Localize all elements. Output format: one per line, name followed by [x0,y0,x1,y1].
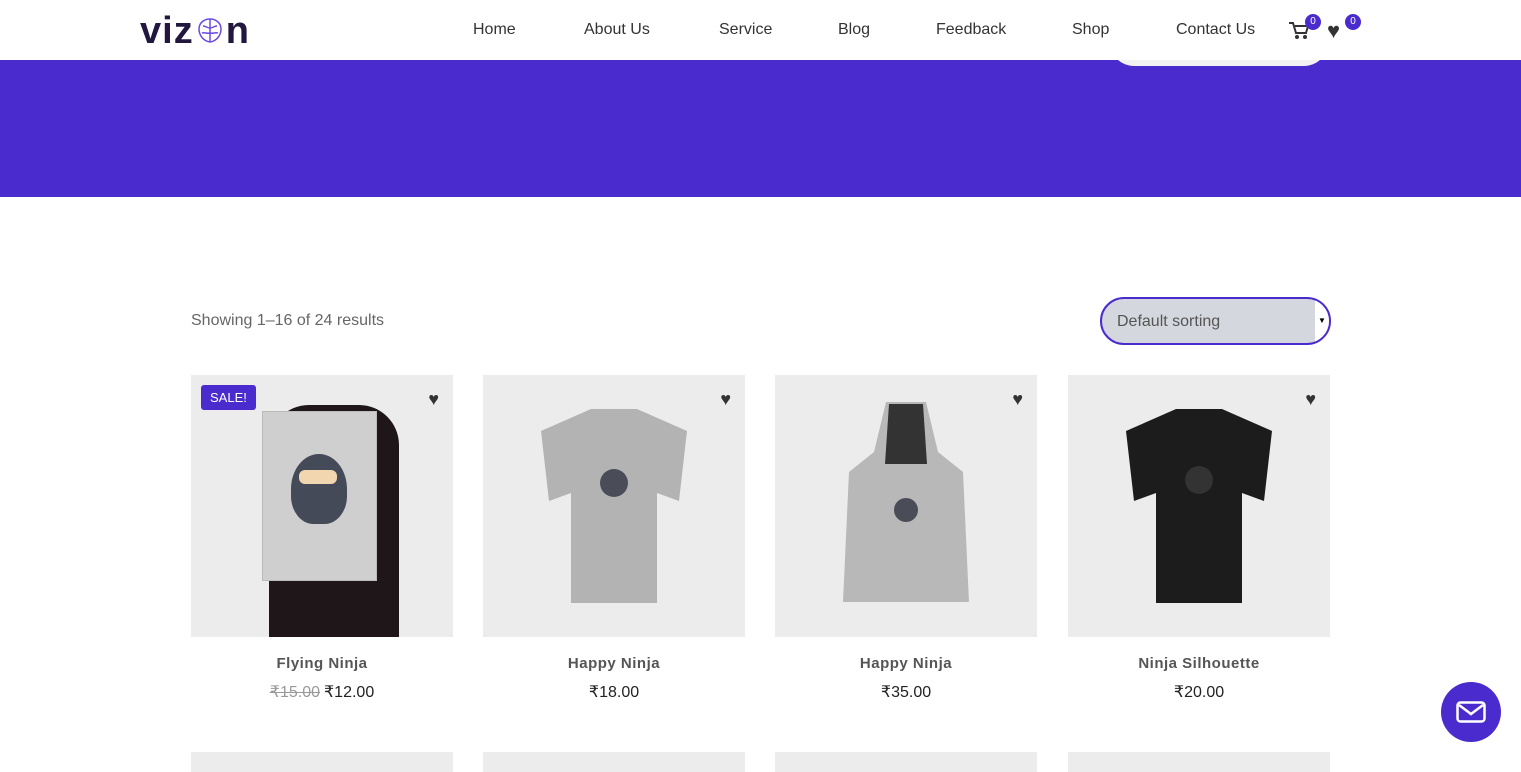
product-price: ₹15.00 ₹12.00 [191,682,453,702]
product-image[interactable]: SALE! ♥ [191,375,453,637]
product-name[interactable]: Flying Ninja [191,655,453,672]
cart-count-badge: 0 [1305,14,1321,30]
envelope-icon [1456,701,1486,723]
sale-badge: SALE! [201,385,256,410]
wishlist-heart-icon[interactable]: ♥ [428,389,439,410]
product-price: ₹35.00 [880,684,932,701]
wishlist-heart-icon[interactable]: ♥ [720,389,731,410]
result-count: Showing 1–16 of 24 results [191,312,385,329]
wishlist-heart-icon[interactable]: ♥ [1305,389,1316,410]
wishlist-heart-icon[interactable]: ♥ [1012,389,1023,410]
product-name[interactable]: Ninja Silhouette [1068,655,1330,672]
old-price: ₹15.00 [269,684,320,701]
ninja-poster [262,411,377,581]
product-card[interactable]: SALE! ♥ Flying Ninja ₹15.00 ₹12.00 [191,375,453,702]
wishlist-heart-icon[interactable]: ♥ [1327,18,1340,44]
nav-contact-us[interactable]: Contact Us [1176,21,1255,39]
nav-shop[interactable]: Shop [1072,21,1109,39]
site-header: viz n Home About Us Service Blog Feedbac… [0,0,1521,60]
tshirt-gray-graphic [541,409,687,603]
sale-price: ₹12.00 [324,684,375,701]
product-card-row2[interactable] [483,752,745,772]
wishlist-count-badge: 0 [1345,14,1361,30]
product-name[interactable]: Happy Ninja [483,655,745,672]
sorting-select[interactable]: Default sorting ▼ [1100,297,1331,345]
product-card-row2[interactable] [1068,752,1330,772]
product-card-row2[interactable] [191,752,453,772]
product-card-row2[interactable] [775,752,1037,772]
contact-mail-button[interactable] [1441,682,1501,742]
product-price: ₹18.00 [588,684,640,701]
product-card[interactable]: ♥ Happy Ninja ₹18.00 [483,375,745,702]
dropdown-arrow-icon: ▼ [1315,299,1329,343]
brain-icon [197,18,222,43]
nav-blog[interactable]: Blog [838,21,870,39]
product-price: ₹20.00 [1173,684,1225,701]
product-image[interactable]: ♥ [483,375,745,637]
nav-feedback[interactable]: Feedback [936,21,1006,39]
nav-home[interactable]: Home [473,21,516,39]
hero-banner [0,60,1521,197]
product-card[interactable]: ♥ Ninja Silhouette ₹20.00 [1068,375,1330,702]
sorting-value: Default sorting [1117,313,1221,330]
nav-service[interactable]: Service [719,21,772,39]
tshirt-black-graphic [1126,409,1272,603]
product-image[interactable]: ♥ [1068,375,1330,637]
product-name[interactable]: Happy Ninja [775,655,1037,672]
product-card[interactable]: ♥ Happy Ninja ₹35.00 [775,375,1037,702]
hoodie-gray-graphic [843,402,969,602]
product-image[interactable]: ♥ [775,375,1037,637]
nav-about-us[interactable]: About Us [584,21,650,39]
logo[interactable]: viz n [140,12,250,50]
